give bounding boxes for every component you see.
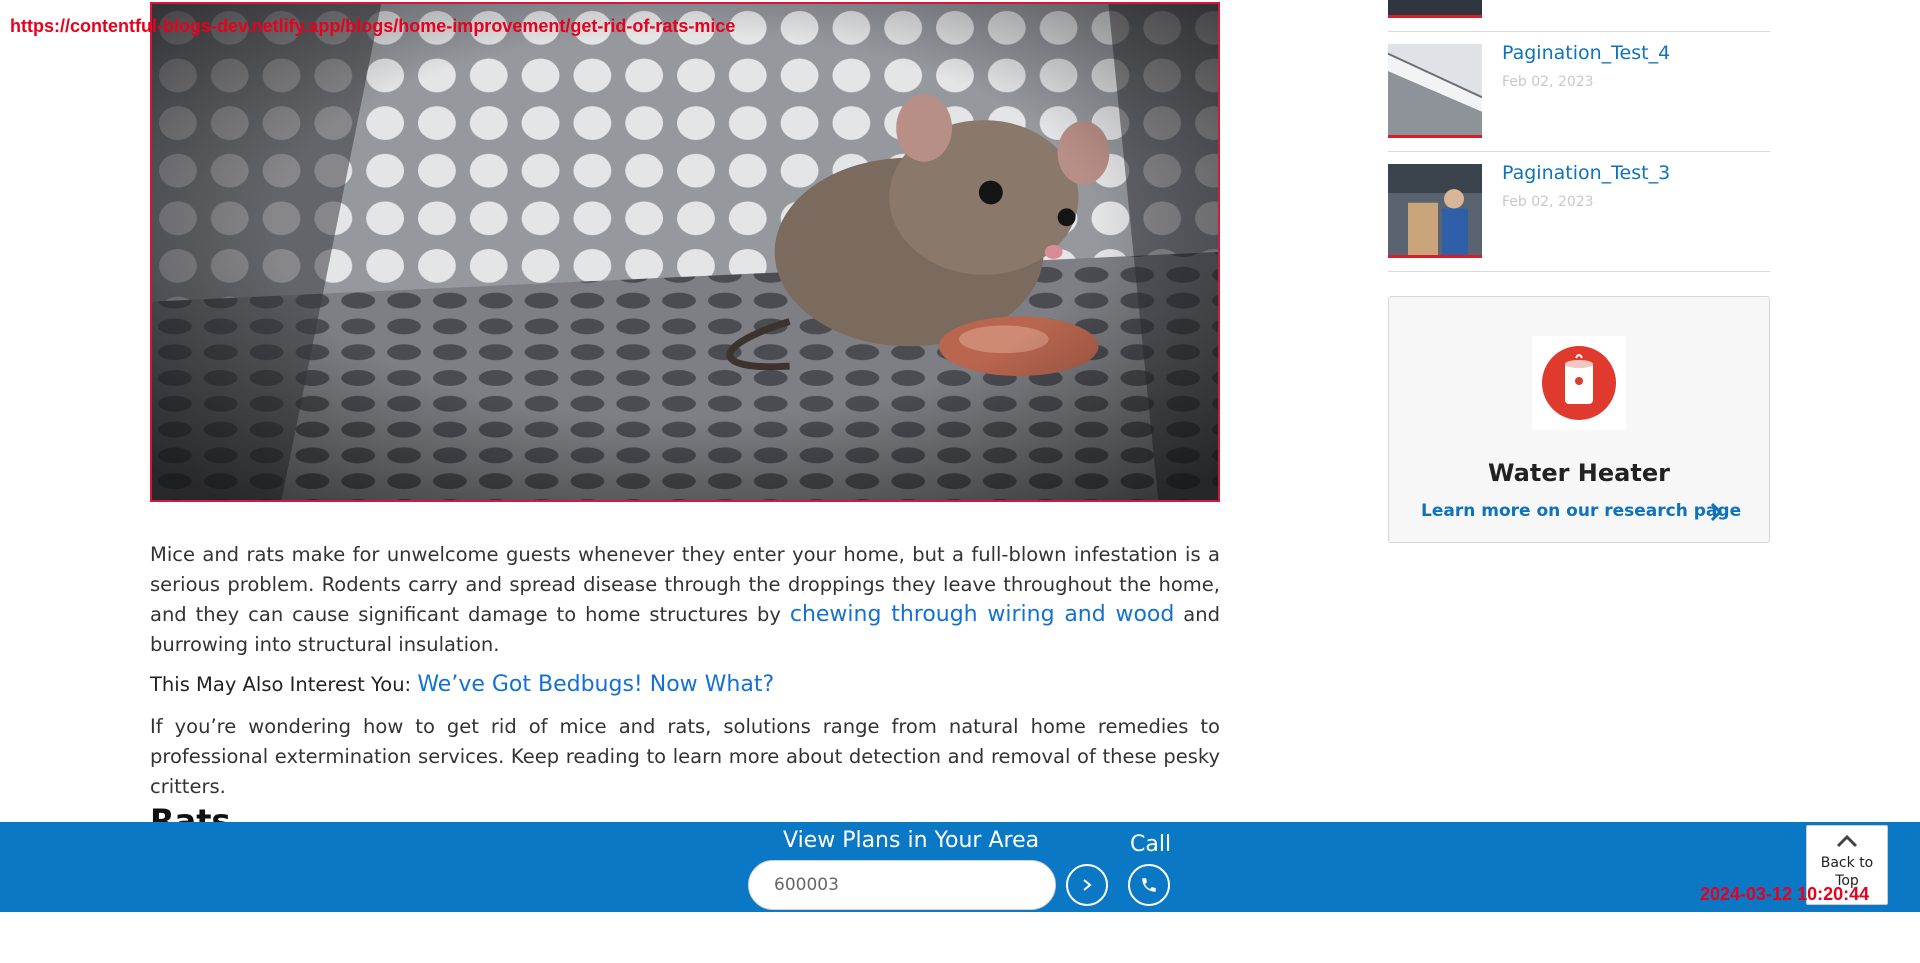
article-body: Mice and rats make for unwelcome guests …: [150, 540, 1220, 802]
house-roof-thumbnail: [1388, 44, 1482, 135]
post-date: Feb 02, 2023: [1502, 74, 1594, 90]
view-plans-bar: View Plans in Your Area Call: [0, 822, 1920, 912]
phone-icon: [1142, 878, 1156, 892]
chewing-wiring-link[interactable]: chewing through wiring and wood: [790, 602, 1175, 627]
hero-illustration: [152, 4, 1218, 500]
water-heater-icon: [1532, 336, 1626, 430]
chevron-right-icon[interactable]: [1709, 501, 1723, 527]
related-label: This May Also Interest You:: [150, 673, 418, 696]
post-title-link[interactable]: Pagination_Test_4: [1502, 42, 1670, 64]
chevron-up-icon: [1836, 834, 1858, 848]
sidebar-post-partial[interactable]: [1388, 0, 1770, 32]
submit-zip-button[interactable]: [1066, 864, 1108, 906]
related-article: This May Also Interest You: We’ve Got Be…: [150, 670, 1220, 700]
call-button[interactable]: [1128, 864, 1170, 906]
post-title-link[interactable]: Pagination_Test_3: [1502, 162, 1670, 184]
timestamp-overlay: 2024-03-12 10:20:44: [1700, 884, 1870, 904]
article-paragraph-solutions: If you’re wondering how to get rid of mi…: [150, 715, 1220, 798]
sidebar-post-item[interactable]: Pagination_Test_4 Feb 02, 2023: [1388, 32, 1770, 152]
post-thumbnail[interactable]: [1388, 44, 1482, 138]
post-date: Feb 02, 2023: [1502, 194, 1594, 210]
zip-code-input[interactable]: [748, 860, 1056, 910]
url-overlay: https://contentful-blogs-dev.netlify.app…: [10, 16, 736, 36]
call-label: Call: [1130, 832, 1172, 857]
post-thumbnail[interactable]: [1388, 164, 1482, 258]
view-plans-label: View Plans in Your Area: [783, 828, 1040, 853]
sidebar-post-item[interactable]: Pagination_Test_3 Feb 02, 2023: [1388, 152, 1770, 272]
research-page-link[interactable]: Learn more on our research page: [1421, 501, 1741, 521]
post-thumbnail: [1388, 0, 1482, 18]
hero-image-rat-in-trap: [150, 2, 1220, 502]
technician-thumbnail: [1388, 164, 1482, 255]
card-title: Water Heater: [1488, 459, 1670, 487]
article-paragraph-intro: Mice and rats make for unwelcome guests …: [150, 540, 1220, 660]
chevron-right-icon: [1083, 879, 1092, 891]
research-card: Water Heater Learn more on our research …: [1388, 296, 1770, 543]
bedbugs-article-link[interactable]: We’ve Got Bedbugs! Now What?: [417, 672, 774, 697]
